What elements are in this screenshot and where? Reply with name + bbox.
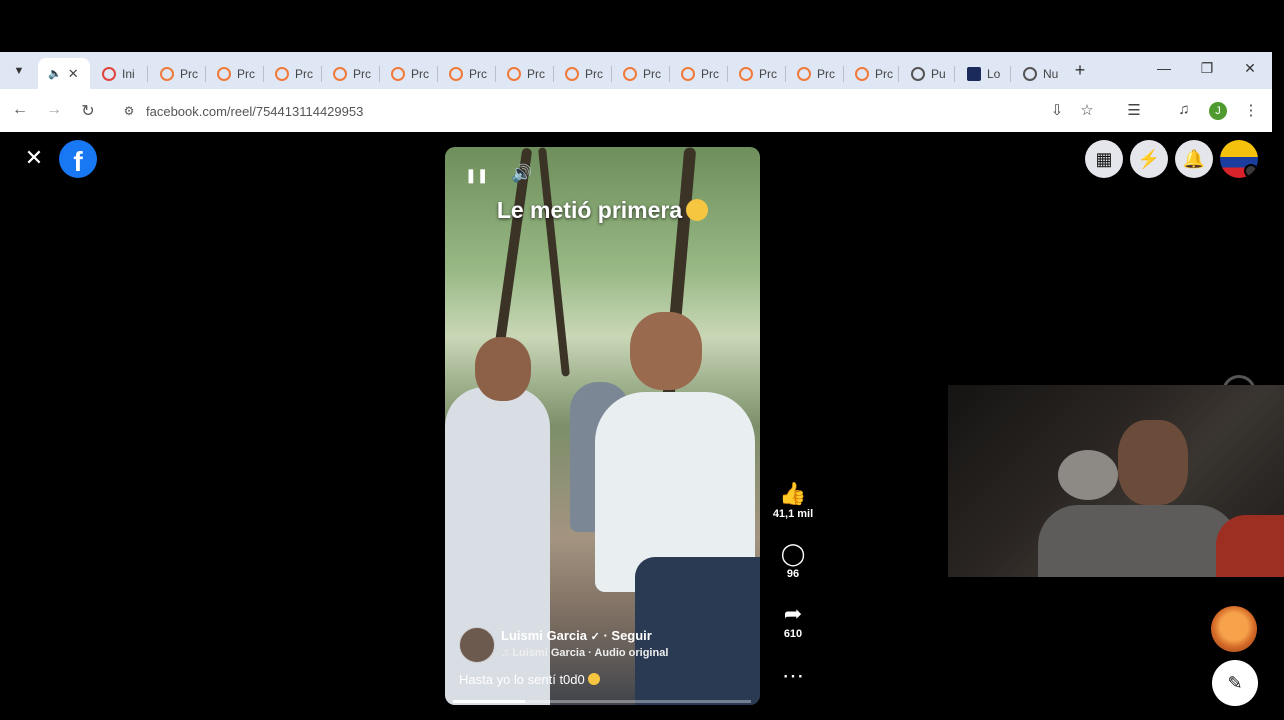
author-name[interactable]: Luismi Garcia: [501, 628, 587, 643]
menu-kebab-icon[interactable]: ⋮: [1240, 101, 1262, 119]
share-action[interactable]: ➦ 610: [770, 602, 816, 641]
progress-fill: [453, 700, 525, 703]
music-note-icon: ♫: [501, 647, 510, 659]
tab-favicon-icon: [160, 66, 174, 81]
tab-favicon-icon: [391, 66, 405, 81]
extensions-icon[interactable]: ☰: [1123, 101, 1145, 119]
tab-item[interactable]: Pu: [901, 58, 955, 89]
tree-trunk: [538, 147, 570, 377]
volume-icon[interactable]: 🔊: [511, 164, 532, 184]
tab-favicon-icon: [449, 66, 463, 81]
back-arrow-icon[interactable]: ←: [10, 101, 30, 119]
tab-item[interactable]: Ini: [92, 58, 148, 89]
tab-item[interactable]: Prc: [671, 58, 728, 89]
chat-head-avatar[interactable]: [1211, 606, 1257, 652]
tab-item[interactable]: Prc: [439, 58, 496, 89]
reel-video[interactable]: ❚❚ 🔊 Le metió primera Luismi Garcia ✓ · …: [445, 147, 760, 705]
tab-close-icon[interactable]: ✕: [68, 66, 79, 82]
profile-avatar[interactable]: J: [1209, 102, 1227, 120]
media-control-icon[interactable]: ♫: [1173, 101, 1195, 118]
tab-favicon-icon: [855, 66, 869, 81]
address-bar[interactable]: ⚙ facebook.com/reel/754413114429953: [112, 95, 1112, 127]
tab-favicon-icon: [681, 66, 695, 81]
close-icon[interactable]: ✕: [22, 145, 46, 170]
browser-window: ▼ 🔈 ✕ Ini Prc Prc Prc Prc Prc Prc Prc Pr…: [0, 52, 1272, 132]
tab-favicon-icon: [507, 66, 521, 81]
flushed-face-icon: [588, 673, 601, 685]
tab-favicon-icon: [911, 66, 925, 81]
browser-toolbar: ← → ↻ ⚙ facebook.com/reel/75441311442995…: [0, 89, 1272, 132]
tab-item[interactable]: Prc: [381, 58, 438, 89]
thumbs-up-icon[interactable]: 👍: [770, 482, 816, 506]
tab-item[interactable]: Lo: [957, 58, 1011, 89]
tab-item[interactable]: Nu: [1013, 58, 1065, 89]
tab-search-button[interactable]: ▼: [8, 60, 30, 82]
tab-favicon-icon: [797, 66, 811, 81]
tab-item[interactable]: Prc: [729, 58, 786, 89]
share-icon[interactable]: ➦: [770, 602, 816, 626]
follow-button[interactable]: · Seguir: [603, 628, 651, 643]
bell-icon[interactable]: 🔔: [1175, 140, 1213, 178]
close-window-button[interactable]: ✕: [1240, 60, 1260, 77]
verified-icon: ✓: [590, 631, 600, 643]
site-info-icon[interactable]: ⚙: [120, 102, 138, 120]
chevron-down-icon: [1244, 164, 1258, 178]
reel-caption: Le metió primera: [445, 197, 760, 224]
grid-icon[interactable]: ▦: [1085, 140, 1123, 178]
more-icon[interactable]: ⋯: [770, 664, 816, 688]
tab-item[interactable]: Prc: [613, 58, 670, 89]
tab-item[interactable]: Prc: [150, 58, 206, 89]
person-right-head: [630, 312, 702, 390]
tab-item[interactable]: Prc: [555, 58, 612, 89]
tab-item[interactable]: Prc: [845, 58, 899, 89]
tab-favicon-icon: [333, 66, 347, 81]
account-avatar[interactable]: [1220, 140, 1258, 178]
new-tab-button[interactable]: +: [1070, 60, 1090, 81]
tab-favicon-icon: [623, 66, 637, 81]
facebook-logo[interactable]: f: [59, 140, 97, 178]
url-text: facebook.com/reel/754413114429953: [146, 103, 364, 119]
tab-item[interactable]: Prc: [787, 58, 844, 89]
tab-item[interactable]: Prc: [497, 58, 554, 89]
compose-icon[interactable]: ✎: [1212, 660, 1258, 706]
messenger-icon[interactable]: ⚡: [1130, 140, 1168, 178]
facebook-reel-viewer: ✕ f ▦ ⚡ 🔔 ❚❚ 🔊 Le metió primera Luismi G…: [0, 132, 1284, 720]
share-count: 610: [783, 628, 803, 640]
video-progress-bar[interactable]: [453, 700, 751, 703]
tab-favicon-icon: [102, 66, 116, 81]
reload-icon[interactable]: ↻: [78, 101, 98, 121]
person-left-head: [475, 337, 531, 401]
tab-item[interactable]: Prc: [207, 58, 264, 89]
speaker-icon: 🔈: [48, 68, 62, 80]
like-count: 41,1 mil: [772, 508, 814, 520]
reel-author: Luismi Garcia ✓ · Seguir ♫ Luismi Garcia…: [459, 625, 749, 665]
tab-favicon-icon: [565, 66, 579, 81]
like-action[interactable]: 👍 41,1 mil: [770, 482, 816, 521]
audio-label[interactable]: Luismi Garcia · Audio original: [512, 647, 668, 659]
reel-description: Hasta yo lo sentí t0d0: [459, 672, 601, 687]
webcam-overlay: [948, 385, 1284, 577]
tab-favicon-icon: [967, 66, 981, 81]
restore-button[interactable]: ❐: [1197, 60, 1217, 77]
tab-strip: ▼ 🔈 ✕ Ini Prc Prc Prc Prc Prc Prc Prc Pr…: [0, 52, 1272, 89]
install-app-icon[interactable]: ⇩: [1046, 101, 1068, 119]
tab-item[interactable]: Prc: [323, 58, 380, 89]
tab-active[interactable]: 🔈 ✕: [38, 58, 90, 89]
bookmark-star-icon[interactable]: ☆: [1076, 101, 1098, 119]
screen-top-border: [0, 0, 1284, 52]
author-avatar[interactable]: [459, 627, 495, 663]
tab-item[interactable]: Prc: [265, 58, 322, 89]
pause-icon[interactable]: ❚❚: [465, 167, 488, 184]
comment-icon[interactable]: ◯: [770, 542, 816, 566]
minimize-button[interactable]: —: [1154, 60, 1174, 76]
tab-favicon-icon: [275, 66, 289, 81]
comment-action[interactable]: ◯ 96: [770, 542, 816, 581]
comment-count: 96: [786, 568, 800, 580]
tab-favicon-icon: [217, 66, 231, 81]
tab-favicon-icon: [739, 66, 753, 81]
more-action[interactable]: ⋯: [770, 664, 816, 688]
forward-arrow-icon[interactable]: →: [44, 101, 64, 119]
flushed-face-icon: [686, 199, 709, 221]
tab-favicon-icon: [1023, 66, 1037, 81]
